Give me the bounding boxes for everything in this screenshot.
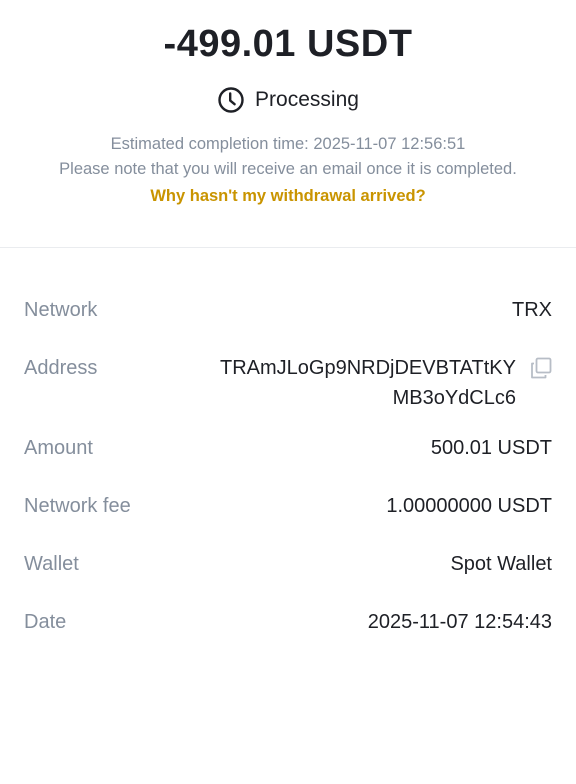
- wallet-label: Wallet: [24, 553, 79, 575]
- network-fee-label: Network fee: [24, 495, 131, 517]
- address-line-1: TRAmJLoGp9NRDjDEVBTATtKY: [220, 357, 516, 379]
- network-label: Network: [24, 299, 98, 321]
- amount-value: 500.01 USDT: [430, 437, 552, 459]
- address-label: Address: [24, 357, 98, 379]
- withdrawal-help-link[interactable]: Why hasn't my withdrawal arrived?: [0, 185, 576, 207]
- wallet-value: Spot Wallet: [450, 553, 552, 575]
- withdrawal-amount: -499.01 USDT: [163, 23, 413, 65]
- network-value: TRX: [512, 299, 552, 321]
- network-fee-value: 1.00000000 USDT: [386, 495, 552, 517]
- date-label: Date: [24, 611, 67, 633]
- amount-label: Amount: [24, 437, 93, 459]
- estimated-completion-text: Estimated completion time: 2025-11-07 12…: [110, 135, 466, 153]
- email-note-text: Please note that you will receive an ema…: [59, 160, 517, 178]
- detail-row-network: Network TRX: [24, 297, 552, 323]
- address-value-group: TRAmJLoGp9NRDjDEVBTATtKY MB3oYdCLc6: [220, 355, 552, 413]
- section-divider: [0, 247, 576, 248]
- detail-row-amount: Amount 500.01 USDT: [24, 435, 552, 461]
- clock-icon: [217, 86, 245, 114]
- address-value: TRAmJLoGp9NRDjDEVBTATtKY MB3oYdCLc6: [220, 353, 516, 413]
- detail-row-address: Address TRAmJLoGp9NRDjDEVBTATtKY MB3oYdC…: [24, 355, 552, 413]
- detail-row-wallet: Wallet Spot Wallet: [24, 551, 552, 577]
- status-row: Processing: [0, 84, 576, 116]
- address-line-2: MB3oYdCLc6: [392, 387, 516, 409]
- date-value: 2025-11-07 12:54:43: [367, 611, 552, 633]
- copy-icon[interactable]: [530, 357, 552, 379]
- detail-row-date: Date 2025-11-07 12:54:43: [24, 609, 552, 635]
- detail-row-network-fee: Network fee 1.00000000 USDT: [24, 493, 552, 519]
- status-label: Processing: [255, 88, 359, 111]
- withdrawal-detail-page: -499.01 USDT Processing Estimated comple…: [0, 0, 576, 784]
